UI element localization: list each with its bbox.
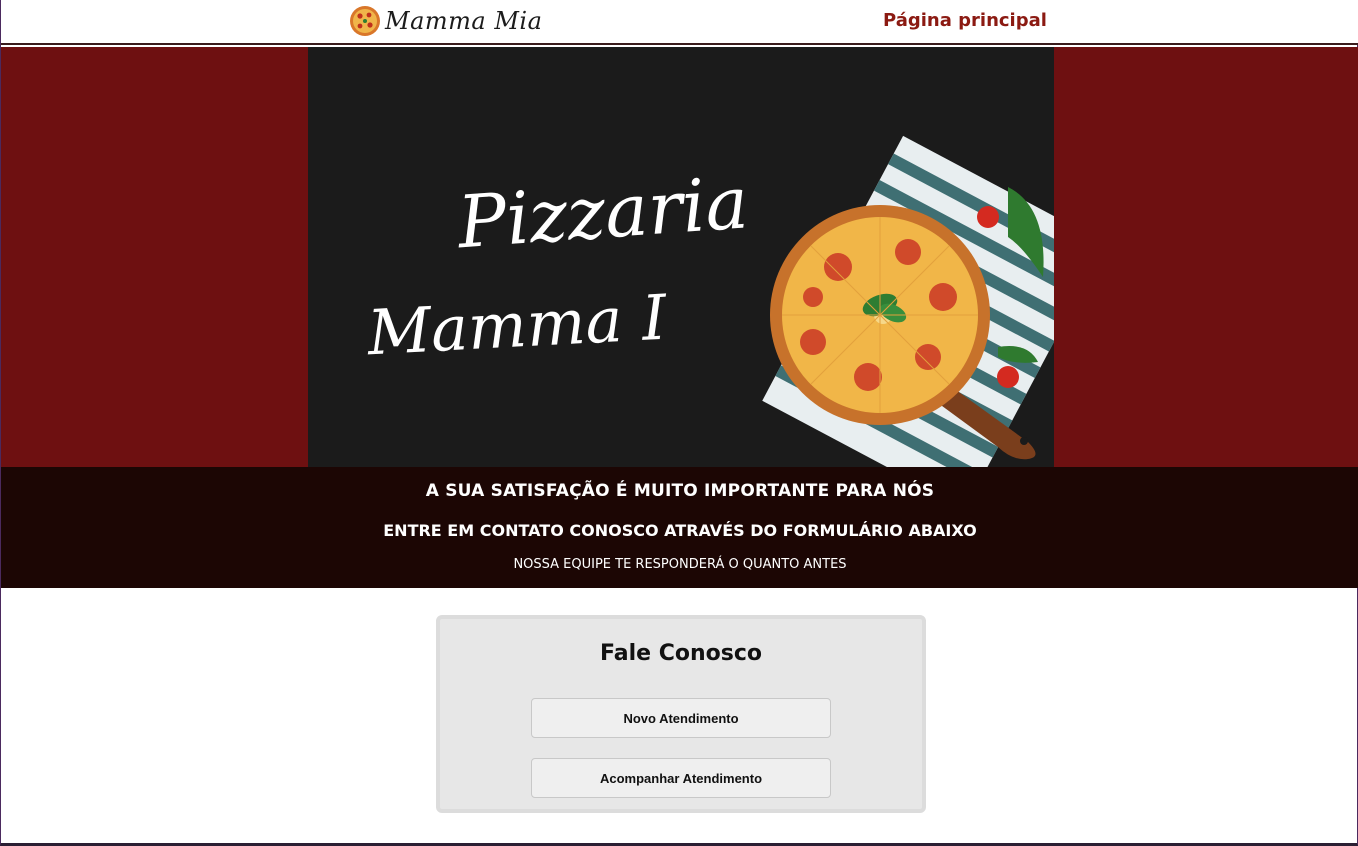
track-ticket-button[interactable]: Acompanhar Atendimento bbox=[531, 758, 831, 798]
hero-banner-image: Pizzaria Mamma I bbox=[308, 47, 1054, 467]
brand-name: Mamma Mia bbox=[385, 7, 543, 35]
contact-card: Fale Conosco Novo Atendimento Acompanhar… bbox=[436, 615, 926, 813]
message-band: A SUA SATISFAÇÃO É MUITO IMPORTANTE PARA… bbox=[1, 467, 1358, 588]
new-ticket-button[interactable]: Novo Atendimento bbox=[531, 698, 831, 738]
pizza-graphic bbox=[770, 205, 990, 425]
contact-card-title: Fale Conosco bbox=[600, 641, 762, 666]
contact-instruction: ENTRE EM CONTATO CONOSCO ATRAVÉS DO FORM… bbox=[383, 521, 977, 540]
response-note: NOSSA EQUIPE TE RESPONDERÁ O QUANTO ANTE… bbox=[513, 557, 847, 572]
hero-section: Pizzaria Mamma I bbox=[1, 47, 1358, 467]
top-header: Mamma Mia Página principal bbox=[1, 0, 1358, 45]
page: Mamma Mia Página principal Pizzaria Mamm… bbox=[0, 0, 1358, 846]
pizza-logo-icon bbox=[350, 6, 380, 36]
nav-home-link[interactable]: Página principal bbox=[883, 10, 1047, 31]
brand-logo[interactable]: Mamma Mia bbox=[349, 4, 542, 38]
satisfaction-heading: A SUA SATISFAÇÃO É MUITO IMPORTANTE PARA… bbox=[425, 481, 935, 501]
